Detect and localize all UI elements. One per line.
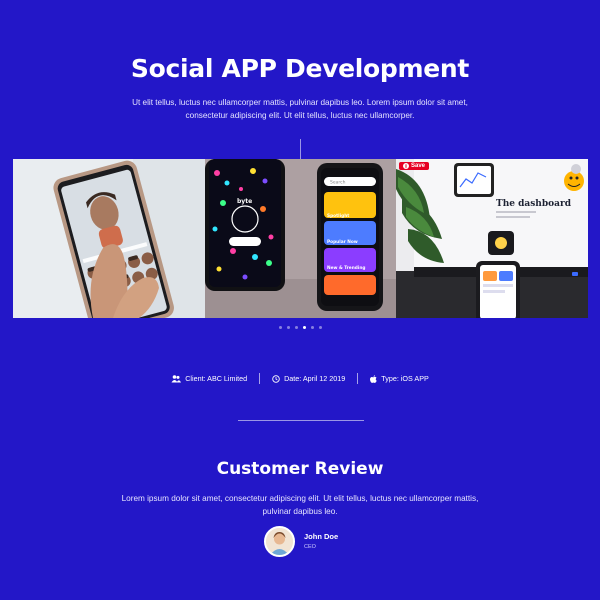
byte-search-placeholder: Search bbox=[330, 180, 346, 186]
project-gallery[interactable]: byte Search Spotlight Popular Now New & … bbox=[13, 159, 588, 318]
byte-card-0: Spotlight bbox=[327, 213, 349, 219]
author-role: CEO bbox=[304, 543, 316, 550]
page-subtitle: Ut elit tellus, luctus nec ullamcorper m… bbox=[132, 98, 468, 120]
clock-icon bbox=[272, 374, 280, 383]
author-info: John Doe CEO bbox=[304, 531, 339, 550]
pagination-dot[interactable] bbox=[318, 326, 322, 329]
meta-type-text: Type: iOS APP bbox=[381, 374, 429, 383]
pinterest-save-button[interactable]: Save bbox=[399, 162, 430, 170]
meta-date-text: Date: April 12 2019 bbox=[284, 374, 346, 383]
review-title: Customer Review bbox=[216, 459, 384, 479]
avatar bbox=[264, 526, 295, 557]
review-author: John Doe CEO bbox=[264, 526, 338, 557]
page-title: Social APP Development bbox=[130, 54, 470, 83]
pagination-dot[interactable] bbox=[294, 326, 298, 329]
pinterest-save-label: Save bbox=[411, 163, 426, 169]
pagination-dot[interactable] bbox=[286, 326, 290, 329]
byte-app-photo: byte Search Spotlight Popular Now New & … bbox=[205, 159, 396, 318]
apple-icon bbox=[370, 374, 377, 383]
users-icon bbox=[171, 374, 182, 382]
project-meta: Client: ABC Limited Date: April 12 2019 … bbox=[0, 373, 600, 384]
byte-card-2: New & Trending bbox=[327, 265, 365, 271]
dashboard-headline: The dashboard bbox=[496, 199, 572, 209]
gallery-slide-dashboard[interactable]: The dashboard Save bbox=[396, 159, 588, 318]
pinterest-icon bbox=[403, 163, 409, 169]
meta-client-text: Client: ABC Limited bbox=[185, 374, 248, 383]
gallery-slide-byte-app[interactable]: byte Search Spotlight Popular Now New & … bbox=[205, 159, 396, 318]
byte-app-label: byte bbox=[237, 198, 252, 205]
avatar-app-photo bbox=[13, 159, 205, 318]
review-text: Lorem ipsum dolor sit amet, consectetur … bbox=[121, 494, 479, 516]
gallery-slide-avatar-app[interactable] bbox=[13, 159, 205, 318]
dashboard-photo: The dashboard bbox=[396, 159, 588, 318]
avatar-image bbox=[266, 528, 293, 555]
pagination-dot[interactable] bbox=[278, 326, 282, 329]
gallery-pagination bbox=[0, 326, 600, 329]
meta-client: Client: ABC Limited bbox=[159, 374, 259, 383]
meta-type: Type: iOS APP bbox=[358, 374, 441, 383]
author-name: John Doe bbox=[304, 531, 339, 541]
section-divider bbox=[238, 420, 364, 421]
pagination-dot[interactable] bbox=[310, 326, 314, 329]
meta-date: Date: April 12 2019 bbox=[260, 374, 357, 383]
byte-card-1: Popular Now bbox=[327, 239, 358, 245]
pagination-dot[interactable] bbox=[302, 326, 306, 329]
